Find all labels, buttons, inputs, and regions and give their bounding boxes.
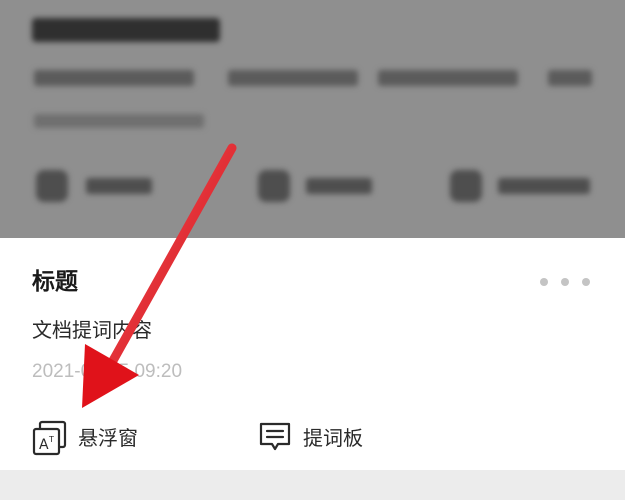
blurred-icon	[258, 170, 290, 202]
blurred-chip	[228, 70, 358, 86]
card-timestamp: 2021-01-15 09:20	[32, 361, 183, 382]
more-horizontal-icon	[540, 278, 590, 286]
card-title: 标题	[32, 269, 78, 295]
prompter-board-button[interactable]: 提词板	[255, 418, 363, 458]
floating-window-icon: A T	[30, 418, 70, 458]
blurred-line	[34, 114, 204, 128]
blurred-label	[86, 178, 152, 194]
dimmed-background-content	[0, 0, 625, 238]
blurred-icon	[36, 170, 68, 202]
blurred-chip	[548, 70, 592, 86]
floating-window-button[interactable]: A T 悬浮窗	[30, 418, 138, 458]
blurred-label	[498, 178, 590, 194]
floating-window-label: 悬浮窗	[78, 426, 138, 450]
blurred-label	[306, 178, 372, 194]
more-options-button[interactable]	[540, 271, 590, 293]
svg-text:A: A	[39, 437, 49, 453]
blurred-title	[32, 18, 220, 42]
card-content: 文档提词内容	[32, 318, 152, 342]
screen: 标题 文档提词内容 2021-01-15 09:20 A T 悬浮窗 提词板	[0, 0, 625, 500]
bottom-strip	[0, 470, 625, 500]
blurred-icon	[450, 170, 482, 202]
document-card[interactable]: 标题 文档提词内容 2021-01-15 09:20 A T 悬浮窗 提词板	[0, 238, 625, 470]
blurred-chip	[34, 70, 194, 86]
prompter-board-label: 提词板	[303, 426, 363, 450]
blurred-chip	[378, 70, 518, 86]
svg-text:T: T	[48, 435, 54, 444]
prompter-board-icon	[255, 418, 295, 458]
